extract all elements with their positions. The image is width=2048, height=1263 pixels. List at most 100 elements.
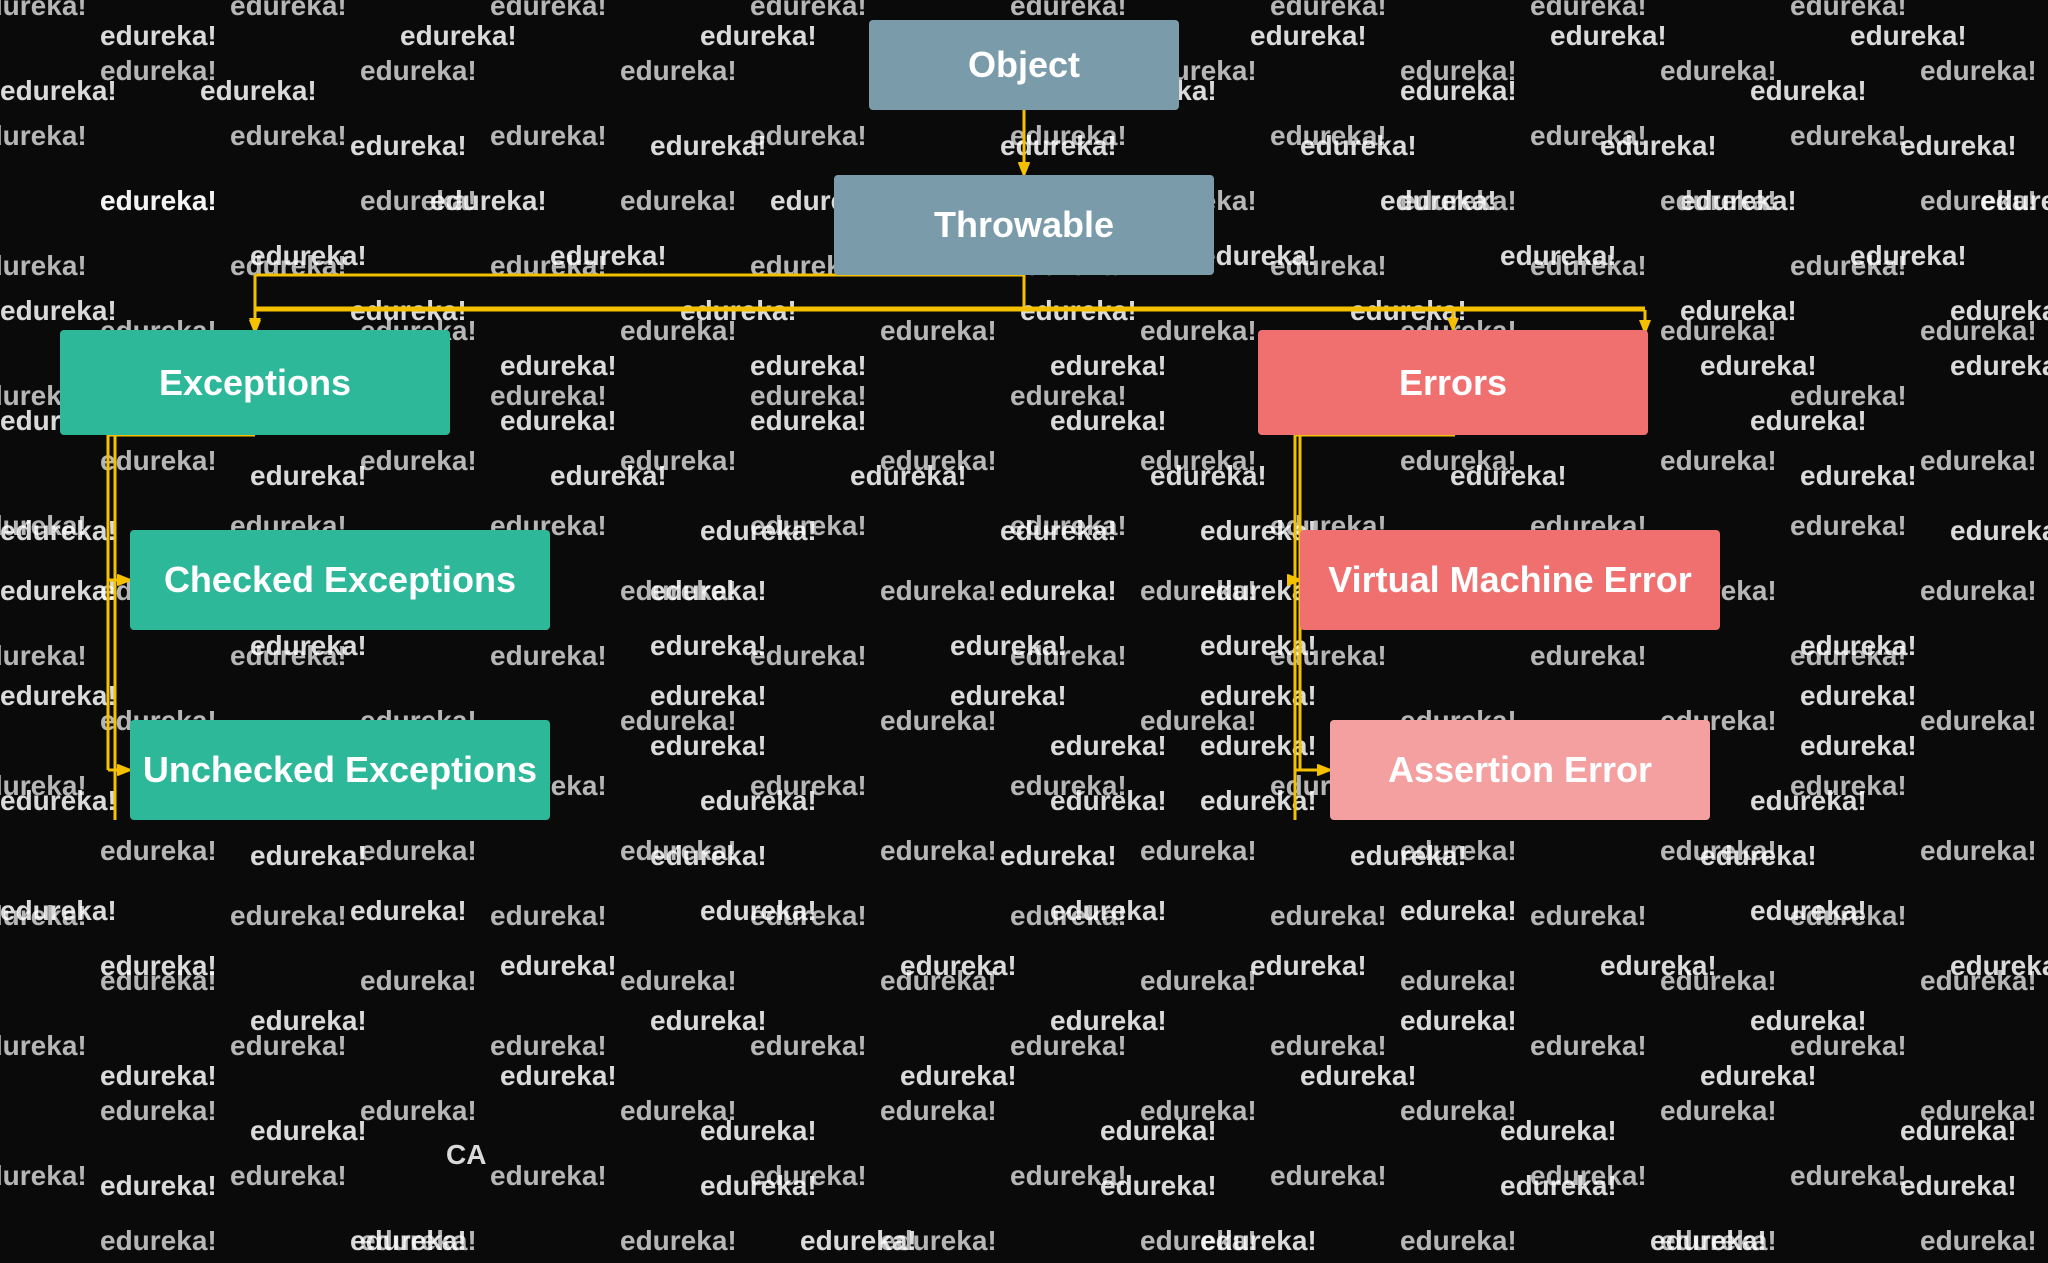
errors-node: Errors — [1258, 330, 1648, 435]
watermark-text: edureka! — [1050, 730, 1167, 762]
watermark-text: edureka! — [1000, 575, 1117, 607]
watermark-text: edureka! — [1140, 315, 1257, 347]
watermark-text: edureka! — [1750, 405, 1867, 437]
throwable-node: Throwable — [834, 175, 1214, 275]
watermark-text: edureka! — [750, 350, 867, 382]
watermark-text: edureka! — [1750, 75, 1867, 107]
watermark-text: edureka! — [250, 1115, 367, 1147]
watermark-text: edureka! — [0, 900, 87, 932]
watermark-text: edureka! — [1950, 950, 2048, 982]
watermark-text: edureka! — [880, 315, 997, 347]
watermark-text: edureka! — [1920, 315, 2037, 347]
watermark-text: edureka! — [1270, 640, 1387, 672]
watermark-text: edureka! — [1790, 1030, 1907, 1062]
watermark-text: edureka! — [1750, 785, 1867, 817]
watermark-text: edureka! — [1350, 840, 1467, 872]
watermark-text: edureka! — [360, 835, 477, 867]
watermark-text: edureka! — [750, 0, 867, 22]
watermark-text: edureka! — [620, 835, 737, 867]
watermark-text: edureka! — [1200, 1225, 1317, 1257]
watermark-text: edureka! — [360, 1095, 477, 1127]
watermark-text: edureka! — [750, 770, 867, 802]
watermark-text: edureka! — [1530, 120, 1647, 152]
watermark-text: edureka! — [1550, 20, 1667, 52]
watermark-text: edureka! — [950, 630, 1067, 662]
watermark-text: edureka! — [1010, 900, 1127, 932]
watermark-text: edureka! — [1140, 705, 1257, 737]
watermark-text: edureka! — [1400, 835, 1517, 867]
watermark-text: edureka! — [1400, 1005, 1517, 1037]
watermark-text: edureka! — [1270, 1160, 1387, 1192]
watermark-text: edureka! — [1790, 0, 1907, 22]
watermark-text: edureka! — [650, 1005, 767, 1037]
watermark-text: edureka! — [550, 460, 667, 492]
watermark-text: edureka! — [350, 130, 467, 162]
watermark-text: edureka! — [1200, 240, 1317, 272]
watermark-text: edureka! — [500, 950, 617, 982]
watermark-text: edureka! — [1800, 730, 1917, 762]
watermark-text: edureka! — [1900, 1115, 2017, 1147]
watermark-text: edureka! — [620, 965, 737, 997]
watermark-text: edureka! — [880, 1225, 997, 1257]
watermark-text: edureka! — [1010, 120, 1127, 152]
watermark-text: edureka! — [230, 250, 347, 282]
watermark-text: edureka! — [490, 120, 607, 152]
watermark-text: edureka! — [0, 680, 117, 712]
watermark-text: edureka! — [1660, 1095, 1777, 1127]
watermark-text: edureka! — [230, 120, 347, 152]
watermark-text: edureka! — [1020, 295, 1137, 327]
watermark-text: edureka! — [1530, 640, 1647, 672]
watermark-text: edureka! — [500, 1060, 617, 1092]
assertion-error-node: Assertion Error — [1330, 720, 1710, 820]
watermark-text: edureka! — [1010, 510, 1127, 542]
watermark-text: edureka! — [1790, 900, 1907, 932]
watermark-text: edureka! — [880, 965, 997, 997]
object-node: Object — [869, 20, 1179, 110]
watermark-text: edureka! — [100, 1095, 217, 1127]
watermark-text: edureka! — [500, 405, 617, 437]
watermark-text: edureka! — [1500, 240, 1617, 272]
watermark-text: edureka! — [1530, 1030, 1647, 1062]
watermark-text: edureka! — [100, 55, 217, 87]
watermark-text: edureka! — [1700, 350, 1817, 382]
watermark-text: edureka! — [350, 895, 467, 927]
watermark-text: edureka! — [1800, 460, 1917, 492]
watermark-text: edureka! — [1920, 445, 2037, 477]
errors-label: Errors — [1399, 362, 1507, 404]
watermark-text: edureka! — [1010, 770, 1127, 802]
watermark-text: edureka! — [1270, 900, 1387, 932]
watermark-text: edureka! — [1790, 380, 1907, 412]
watermark-text: edureka! — [0, 515, 117, 547]
watermark-text: edureka! — [1200, 680, 1317, 712]
watermark-text: edureka! — [0, 1160, 87, 1192]
throwable-label: Throwable — [934, 204, 1114, 246]
watermark-text: edureka! — [700, 1115, 817, 1147]
watermark-text: edureka! — [750, 1160, 867, 1192]
watermark-text: edureka! — [350, 295, 467, 327]
watermark-text: edureka! — [1600, 950, 1717, 982]
watermark-text: edureka! — [1350, 295, 1467, 327]
watermark-text: edureka! — [1250, 20, 1367, 52]
watermark-text: edureka! — [0, 1030, 87, 1062]
watermark-text: edureka! — [650, 840, 767, 872]
watermark-text: edureka! — [550, 240, 667, 272]
watermark-text: edureka! — [880, 1095, 997, 1127]
vme-node: Virtual Machine Error — [1300, 530, 1720, 630]
vme-label: Virtual Machine Error — [1328, 559, 1691, 601]
exceptions-label: Exceptions — [159, 362, 351, 404]
object-label: Object — [968, 44, 1080, 86]
watermark-text: edureka! — [0, 895, 117, 927]
watermark-text: edureka! — [1660, 965, 1777, 997]
watermark-text: edureka! — [490, 640, 607, 672]
watermark-text: edureka! — [800, 1225, 917, 1257]
watermark-text: edureka! — [1010, 380, 1127, 412]
watermark-text: edureka! — [1140, 575, 1257, 607]
watermark-text: edureka! — [1400, 445, 1517, 477]
watermark-text: edureka! — [1010, 0, 1127, 22]
watermark-text: edureka! — [750, 380, 867, 412]
watermark-text: edureka! — [250, 1005, 367, 1037]
watermark-text: edureka! — [620, 445, 737, 477]
watermark-text: edureka! — [490, 900, 607, 932]
watermark-text: edureka! — [1920, 835, 2037, 867]
watermark-text: edureka! — [620, 315, 737, 347]
